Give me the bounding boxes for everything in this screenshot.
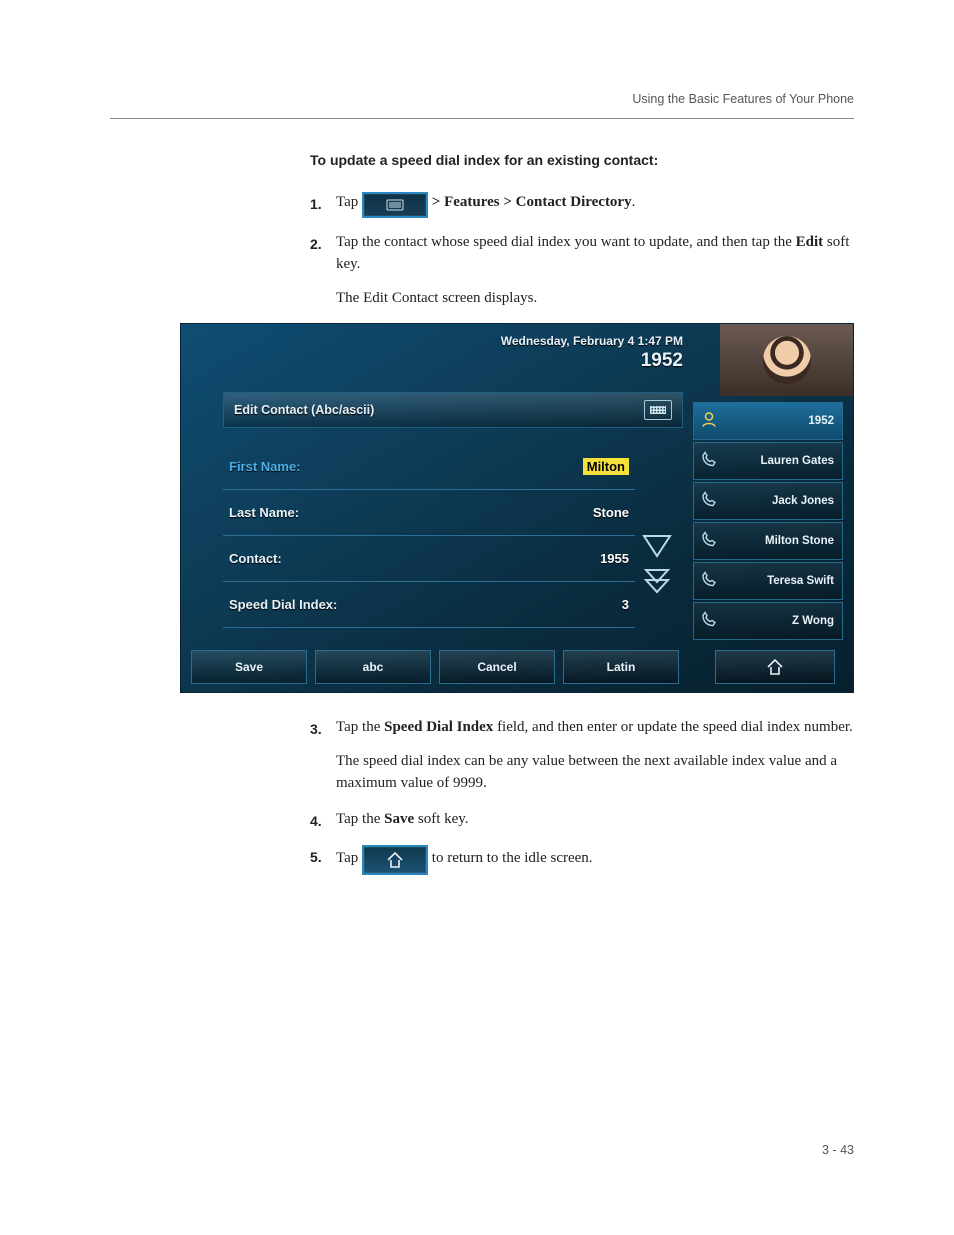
document-page: Using the Basic Features of Your Phone T… [0,0,954,1235]
edit-form: First Name: Milton Last Name: Stone Cont… [223,444,635,634]
section-heading: To update a speed dial index for an exis… [310,152,854,168]
softkey-home[interactable] [715,650,835,684]
first-name-label: First Name: [229,459,301,474]
field-first-name[interactable]: First Name: Milton [223,444,635,490]
field-last-name[interactable]: Last Name: Stone [223,490,635,536]
step-number: 2. [310,234,336,254]
step-number: 1. [310,194,336,214]
scroll-arrows [639,524,675,604]
last-name-label: Last Name: [229,505,299,520]
avatar [720,324,853,396]
step1-prefix: Tap [336,194,362,210]
contact-label: Contact: [229,551,282,566]
step1-breadcrumb: > Features > Contact Directory [432,194,632,210]
step5-b: to return to the idle screen. [432,850,593,866]
menu-icon [386,199,404,211]
step-number: 4. [310,811,336,831]
speed-dial-label: Speed Dial Index: [229,597,337,612]
contact-value: 1955 [600,551,629,566]
contact-sidebar: 1952 Lauren Gates Jack Jones Milton Ston… [693,396,853,642]
softkey-latin[interactable]: Latin [563,650,679,684]
softkey-abc[interactable]: abc [315,650,431,684]
step-number: 3. [310,719,336,739]
instruction-list: 1. Tap > Features > Contac [0,192,954,309]
handset-icon [700,451,718,472]
softkey-save[interactable]: Save [191,650,307,684]
softkey-bar: Save abc Cancel Latin [187,650,683,684]
screen-title: Edit Contact (Abc/ascii) [234,403,374,417]
step-2: 2. Tap the contact whose speed dial inde… [310,232,854,309]
sidebar-item-label: Milton Stone [765,535,834,547]
handset-icon [700,611,718,632]
avatar-face [763,336,811,384]
first-name-value: Milton [583,458,629,475]
step1-period: . [632,194,636,210]
sidebar-item-label: Z Wong [792,615,834,627]
step-4: 4. Tap the Save soft key. [310,809,854,831]
home-icon-button[interactable] [362,845,428,875]
step5-a: Tap [336,850,362,866]
step3-field: Speed Dial Index [384,719,493,735]
home-icon [385,851,405,869]
speed-dial-value: 3 [622,597,629,612]
sidebar-item-label: Lauren Gates [761,455,835,467]
running-header: Using the Basic Features of Your Phone [632,92,854,106]
status-extension: 1952 [641,350,683,372]
sidebar-item-self[interactable]: 1952 [693,402,843,440]
field-contact[interactable]: Contact: 1955 [223,536,635,582]
instruction-list-cont: 3. Tap the Speed Dial Index field, and t… [0,717,954,875]
sidebar-item-contact[interactable]: Jack Jones [693,482,843,520]
keyboard-icon[interactable] [644,400,672,420]
step3-line1c: field, and then enter or update the spee… [493,719,852,735]
sidebar-item-label: 1952 [808,415,834,427]
step2-edit: Edit [796,234,824,250]
step-number: 5. [310,847,336,867]
field-speed-dial[interactable]: Speed Dial Index: 3 [223,582,635,628]
page-number: 3 - 43 [822,1143,854,1157]
step3-line2: The speed dial index can be any value be… [336,751,854,795]
menu-icon-button[interactable] [362,192,428,218]
sidebar-item-label: Jack Jones [772,495,834,507]
screen-titlebar: Edit Contact (Abc/ascii) [223,392,683,428]
page-body: To update a speed dial index for an exis… [0,152,954,875]
header-rule [110,118,854,119]
scroll-page-down-icon[interactable] [642,568,672,596]
step3-line1a: Tap the [336,719,384,735]
status-datetime: Wednesday, February 4 1:47 PM [501,334,683,348]
sidebar-item-contact[interactable]: Z Wong [693,602,843,640]
sidebar-item-label: Teresa Swift [767,575,834,587]
step4-a: Tap the [336,811,384,827]
sidebar-item-contact[interactable]: Lauren Gates [693,442,843,480]
phone-screenshot: Wednesday, February 4 1:47 PM 1952 Edit … [180,323,854,693]
home-icon [765,657,785,677]
step4-c: soft key. [414,811,468,827]
sidebar-item-contact[interactable]: Milton Stone [693,522,843,560]
step-3: 3. Tap the Speed Dial Index field, and t… [310,717,854,794]
step2-line2: The Edit Contact screen displays. [336,288,854,310]
step-5: 5. Tap to return to the idle screen. [310,845,854,875]
step2-line1a: Tap the contact whose speed dial index y… [336,234,796,250]
softkey-cancel[interactable]: Cancel [439,650,555,684]
handset-icon [700,571,718,592]
handset-icon [700,491,718,512]
step-1: 1. Tap > Features > Contac [310,192,854,218]
scroll-down-icon[interactable] [642,532,672,560]
person-icon [700,411,718,432]
step4-save: Save [384,811,414,827]
handset-icon [700,531,718,552]
last-name-value: Stone [593,505,629,520]
sidebar-item-contact[interactable]: Teresa Swift [693,562,843,600]
